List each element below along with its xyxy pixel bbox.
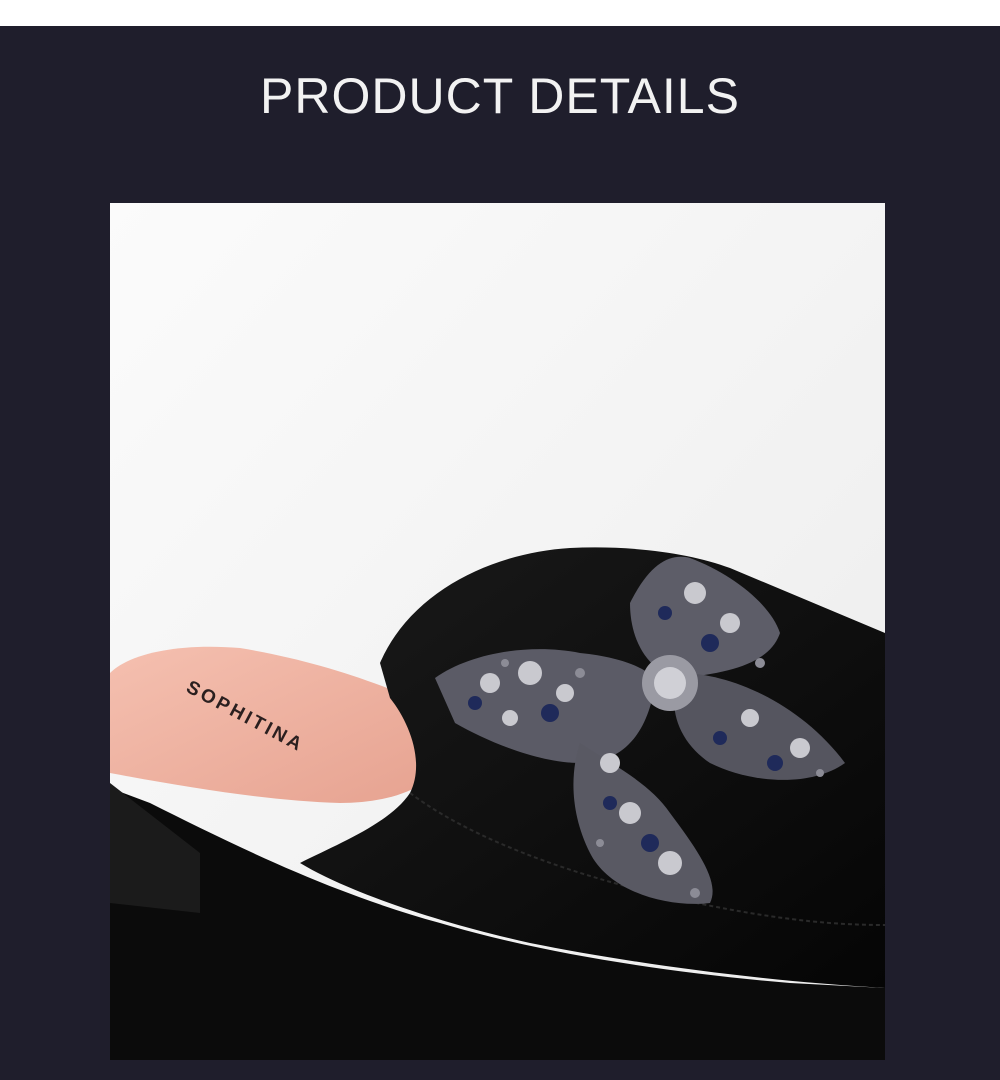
- page-title: PRODUCT DETAILS: [260, 68, 740, 124]
- top-white-strip: [0, 0, 1000, 26]
- product-photo: SOPHITINA: [110, 203, 885, 1060]
